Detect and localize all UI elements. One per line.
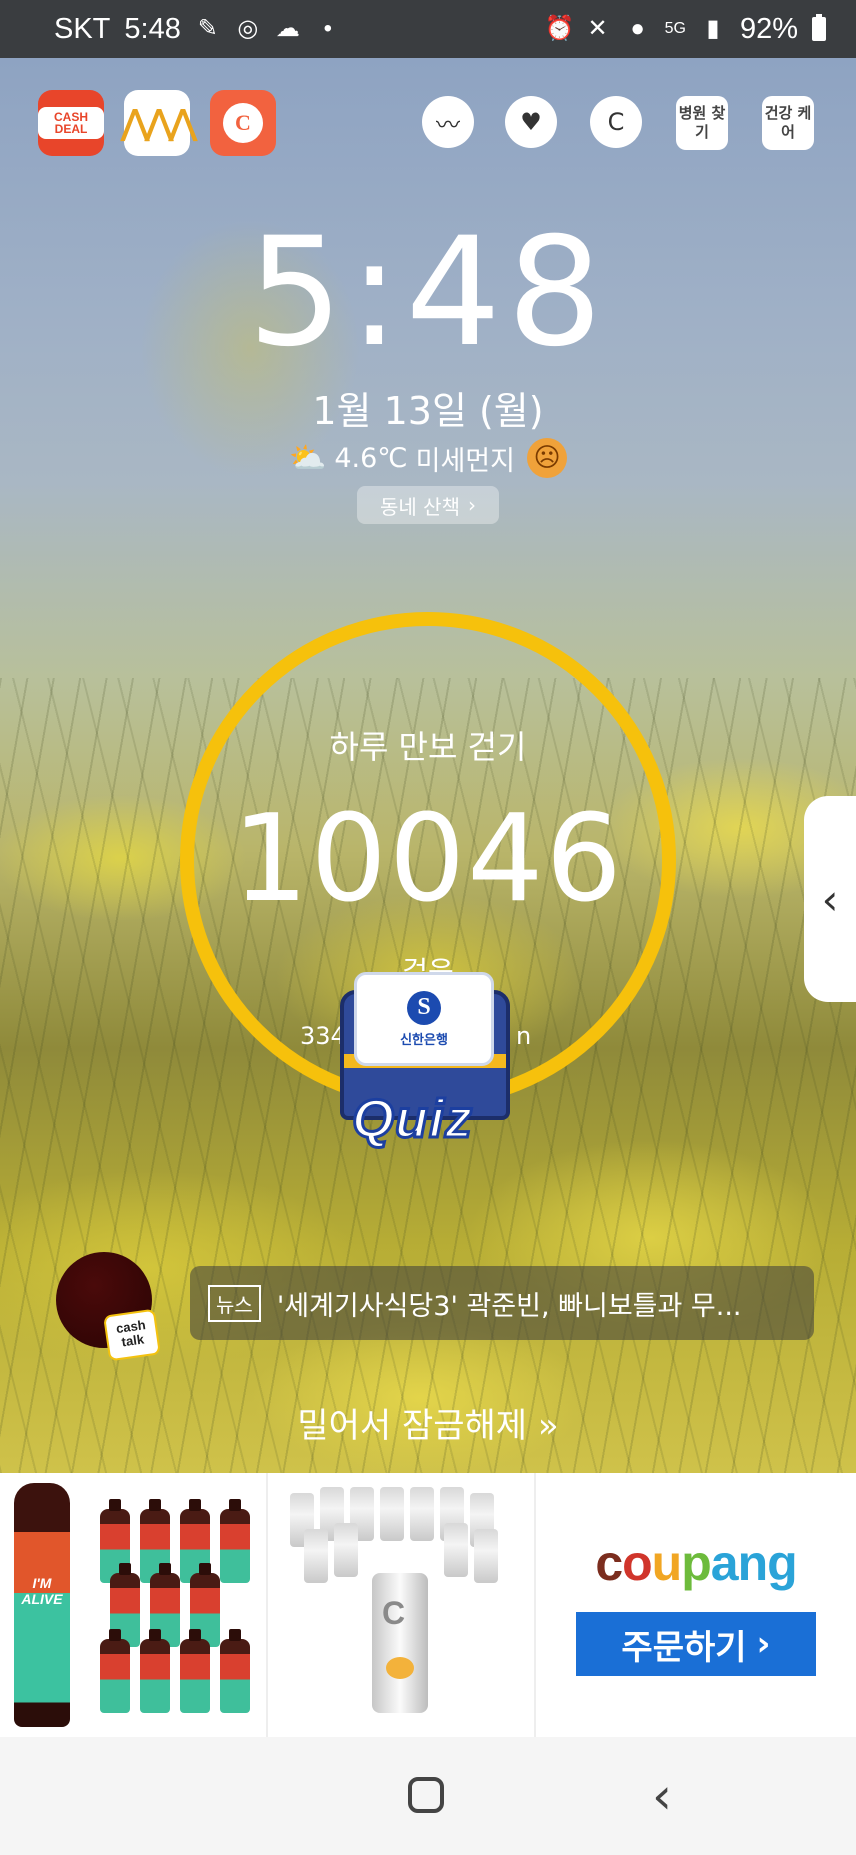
can-image [410,1487,434,1541]
ad-product-cans[interactable]: C [268,1473,536,1737]
quiz-label: Quiz [351,1088,474,1151]
cashtalk-badge[interactable]: cash talk [105,1310,159,1360]
battery-percent: 92% [739,12,798,45]
order-button[interactable]: 주문하기 › [576,1612,816,1676]
bottle-image [180,1629,210,1713]
heart-info-icon[interactable]: ♥ [505,96,557,148]
drink-bottle-image: I'M ALIVE [14,1483,70,1727]
bad-air-face-icon: ☹ [527,438,567,478]
steps-title: 하루 만보 걷기 [329,728,527,766]
can-image [474,1529,498,1583]
ad-coupang[interactable]: coupang 주문하기 › [536,1473,856,1737]
temperature: 4.6℃ [334,442,408,474]
home-button[interactable] [408,1777,444,1813]
navigation-bar: ‹ [0,1737,856,1855]
find-hospital-button[interactable]: 병원 찾기 [676,96,728,150]
back-button[interactable]: ‹ [652,1767,672,1825]
news-tag: 뉴스 [208,1284,261,1322]
mute-icon: ✕ [587,15,608,42]
shinhan-logo-icon: S [407,990,441,1025]
status-time: 5:48 [124,12,181,45]
chevron-right-icon: › [467,493,476,517]
lockscreen-clock: 5:48 [247,206,609,380]
mustache-icon[interactable]: 〰 [422,96,474,148]
pen-icon: ✎ [197,15,218,42]
paw-c-icon: C [223,103,263,143]
fruit-icon [386,1657,414,1679]
side-panel-handle[interactable]: ‹ [804,796,856,1002]
swipe-to-unlock[interactable]: 밀어서 잠금해제 » [0,1398,856,1447]
signal-icon: ▮ [706,15,720,42]
cashdeal-app-icon[interactable]: CASH DEAL [38,90,104,156]
alarm-icon: ⏰ [544,15,575,42]
network-type: 5G [664,20,686,37]
mm-logo-icon: ⋀⋀⋀ [121,104,197,142]
ad-banner[interactable]: I'M ALIVE C coupang 주문하기 › [0,1473,856,1737]
battery-icon [812,14,826,41]
can-image [380,1487,404,1541]
cloud-icon: ☁ [275,15,300,42]
bottle-label: I'M ALIVE [21,1575,63,1607]
walk-button-label: 동네 산책 [380,494,460,519]
bottle-image [220,1629,250,1713]
ad-product-drinks[interactable]: I'M ALIVE [0,1473,268,1737]
status-bar: SKT 5:48 ✎ ◎ ☁ • ⏰ ✕ ● 5G ▮ 92% [0,0,856,58]
order-button-label: 주문하기 [621,1627,747,1668]
cashdeal-label: CASH DEAL [38,107,104,139]
bottle-image [100,1629,130,1713]
coupang-logo: coupang [595,1535,797,1591]
health-care-button[interactable]: 건강 케어 [762,96,814,150]
can-image [334,1523,358,1577]
neighborhood-walk-button[interactable]: 동네 산책 › [357,486,499,524]
weather-row: ⛅ 4.6℃ 미세먼지 ☹ [0,438,856,478]
shinhan-quiz-button[interactable]: S 신한은행 Quiz [322,970,532,1160]
unlock-label: 밀어서 잠금해제 [297,1406,528,1446]
double-chevron-right-icon: » [537,1406,559,1446]
bank-name: 신한은행 [400,1032,448,1048]
can-logo: C [382,1595,406,1631]
can-image [304,1529,328,1583]
coin-c-icon[interactable]: C [590,96,642,148]
location-icon: ● [630,15,645,42]
lockscreen-date: 1월 13일 (월) [312,389,544,433]
can-image [444,1523,468,1577]
bank-card: S 신한은행 [354,972,494,1066]
step-count: 10046 [232,790,624,929]
mm-app-icon[interactable]: ⋀⋀⋀ [121,90,197,156]
bottle-image [220,1499,250,1583]
carrier-label: SKT [54,12,111,45]
more-notifications-dot-icon: • [323,15,333,42]
dust-label: 미세먼지 [415,445,515,477]
news-ticker[interactable]: 뉴스 '세계기사식당3' 곽준빈, 빠니보틀과 무... [190,1266,814,1340]
bottle-image [140,1629,170,1713]
paw-app-icon[interactable]: C [210,90,276,156]
chevron-left-icon: ‹ [821,874,839,924]
partly-cloudy-icon: ⛅ [289,440,327,476]
chevron-right-icon: › [756,1624,771,1664]
news-headline: '세계기사식당3' 곽준빈, 빠니보틀과 무... [276,1290,742,1322]
celsius-can-image: C [372,1573,428,1713]
chrome-icon: ◎ [237,15,259,42]
